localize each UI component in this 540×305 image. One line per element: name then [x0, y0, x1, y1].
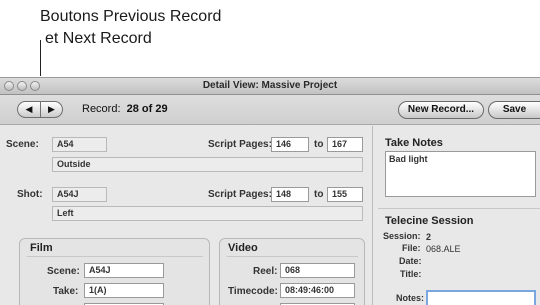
minimize-window-icon[interactable]: [17, 81, 27, 91]
callout-line2: et Next Record: [45, 30, 152, 47]
scene-field[interactable]: A54: [52, 137, 107, 152]
new-record-button[interactable]: New Record...: [398, 101, 484, 119]
next-record-button[interactable]: ▶: [40, 101, 63, 118]
shot-pages-to-field[interactable]: 155: [327, 187, 363, 202]
record-value: 28 of 29: [126, 103, 168, 115]
window-title: Detail View: Massive Project: [202, 80, 338, 91]
scene-to-label: to: [314, 139, 324, 150]
shot-pages-from-field[interactable]: 148: [271, 187, 309, 202]
scene-pages-to-field[interactable]: 167: [327, 137, 363, 152]
record-nav-group: ◀ ▶: [17, 101, 63, 118]
shot-field[interactable]: A54J: [52, 187, 107, 202]
record-indicator: Record: 28 of 29: [82, 103, 168, 115]
telecine-session-label: Session:: [383, 231, 421, 241]
close-window-icon[interactable]: [4, 81, 14, 91]
take-notes-title: Take Notes: [385, 137, 443, 149]
scene-description-field[interactable]: Outside: [52, 157, 363, 172]
film-title-divider: [27, 256, 203, 257]
telecine-divider: [378, 208, 540, 209]
telecine-file-value: 068.ALE: [426, 244, 461, 254]
scene-label: Scene:: [6, 139, 39, 150]
video-timecode-label: Timecode:: [228, 286, 278, 297]
column-divider: [372, 126, 373, 305]
telecine-session-value: 2: [426, 232, 432, 242]
film-title: Film: [30, 242, 53, 254]
window-controls: [4, 81, 40, 91]
film-scene-field[interactable]: A54J: [84, 263, 164, 278]
shot-to-label: to: [314, 189, 324, 200]
record-label: Record:: [82, 103, 121, 115]
telecine-date-label: Date:: [399, 256, 422, 266]
shot-label: Shot:: [17, 189, 43, 200]
telecine-notes-field[interactable]: [426, 290, 536, 305]
video-timecode-field[interactable]: 08:49:46:00: [280, 283, 355, 298]
shot-script-pages-label: Script Pages:: [208, 189, 272, 200]
zoom-window-icon[interactable]: [30, 81, 40, 91]
triangle-right-icon: ▶: [48, 104, 55, 114]
telecine-notes-label: Notes:: [396, 293, 425, 303]
film-scene-label: Scene:: [47, 266, 80, 277]
scene-pages-from-field[interactable]: 146: [271, 137, 309, 152]
video-reel-label: Reel:: [253, 266, 278, 277]
take-notes-field[interactable]: Bad light: [385, 151, 536, 197]
main-panel: Scene: A54 Script Pages: 146 to 167 Outs…: [0, 126, 540, 305]
toolbar: ◀ ▶ Record: 28 of 29 New Record... Save: [0, 95, 540, 125]
callout-annotation: Boutons Previous Record et Next Record: [40, 6, 221, 50]
film-take-field[interactable]: 1(A): [84, 283, 164, 298]
video-title: Video: [228, 242, 258, 254]
save-button[interactable]: Save: [488, 101, 540, 119]
video-reel-field[interactable]: 068: [280, 263, 355, 278]
callout-line1: Boutons Previous Record: [40, 8, 222, 25]
telecine-title-label: Title:: [400, 269, 422, 279]
previous-record-button[interactable]: ◀: [17, 101, 40, 118]
titlebar: Detail View: Massive Project: [0, 78, 540, 95]
shot-description-field[interactable]: Left: [52, 206, 363, 221]
telecine-session-title: Telecine Session: [385, 215, 474, 227]
film-take-label: Take:: [53, 286, 79, 297]
detail-view-window: Detail View: Massive Project ◀ ▶ Record:…: [0, 77, 540, 305]
callout-pointer-line: [40, 40, 41, 76]
video-title-divider: [227, 256, 358, 257]
triangle-left-icon: ◀: [25, 104, 33, 114]
scene-script-pages-label: Script Pages:: [208, 139, 272, 150]
telecine-file-label: File:: [402, 243, 421, 253]
